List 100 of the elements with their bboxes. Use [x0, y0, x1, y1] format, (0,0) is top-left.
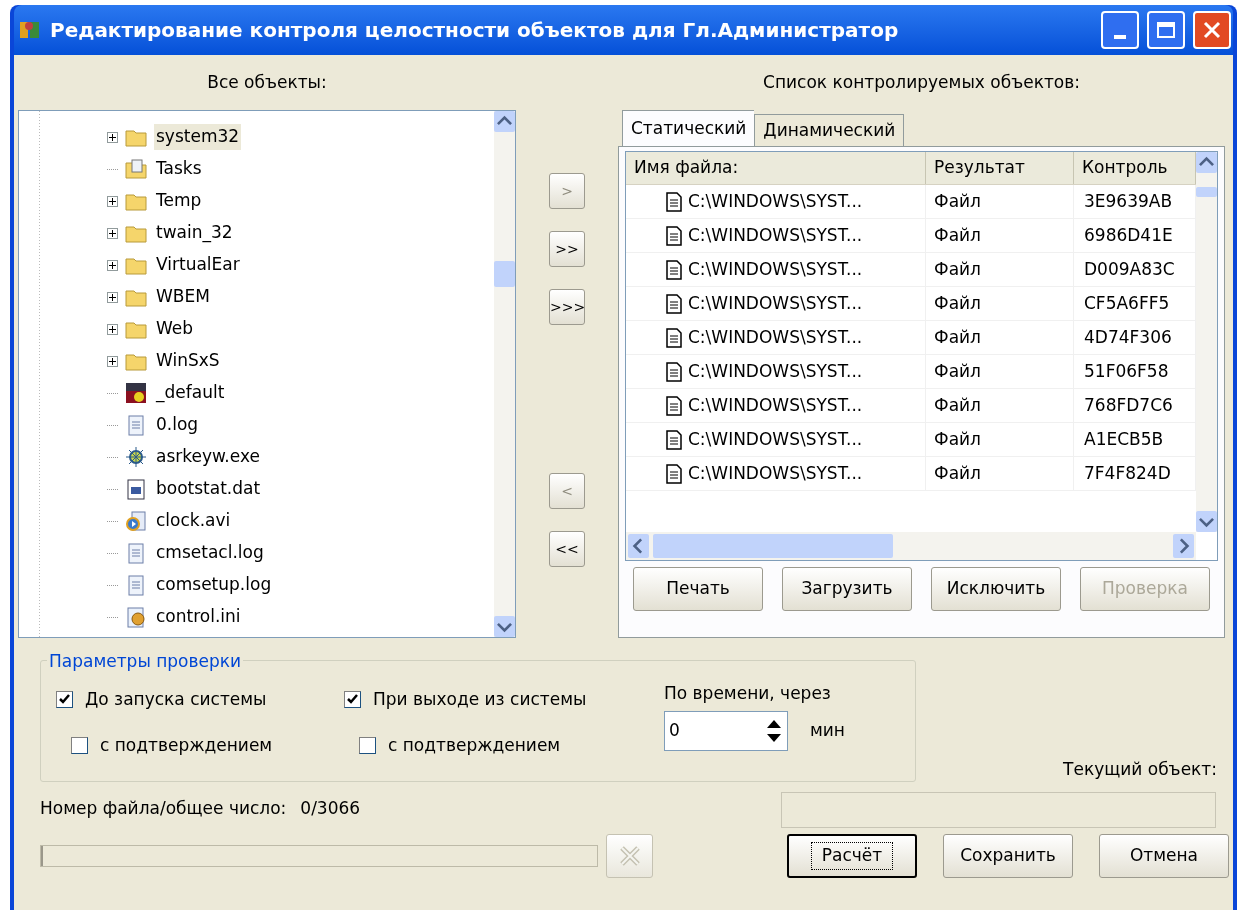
table-cell-text: 3E9639AB	[1084, 189, 1173, 213]
document-icon	[666, 361, 682, 382]
panel-label: Все объекты:	[207, 70, 327, 94]
checkbox[interactable]	[359, 736, 376, 754]
maximize-button[interactable]	[1147, 11, 1185, 49]
close-icon	[1203, 21, 1221, 39]
expand-toggle[interactable]	[107, 355, 118, 367]
table-cell-text: CF5A6FF5	[1084, 291, 1170, 315]
tree-item[interactable]: asrkeyw.exe	[154, 444, 262, 470]
document-icon	[666, 293, 682, 314]
document-icon	[666, 191, 682, 212]
scroll-up-icon[interactable]	[494, 111, 515, 132]
tree-item[interactable]: twain_32	[154, 220, 235, 246]
table-cell-text: C:\WINDOWS\SYST...	[688, 359, 863, 383]
tree-item[interactable]: Web	[154, 316, 196, 342]
expand-toggle[interactable]	[107, 291, 118, 303]
table-cell-text: C:\WINDOWS\SYST...	[688, 257, 863, 281]
scroll-left-icon[interactable]	[628, 534, 649, 558]
table-cell-text: 51F06F58	[1084, 359, 1169, 383]
tree-item[interactable]: Temp	[154, 188, 204, 214]
progress-count: 0/3066	[300, 797, 361, 820]
document-icon	[666, 463, 682, 484]
scroll-down-icon[interactable]	[1196, 511, 1217, 532]
dialog-button[interactable]: Расчёт	[787, 834, 917, 878]
plus-icon	[109, 325, 116, 333]
document-icon	[666, 225, 682, 246]
horizontal-scrollbar[interactable]	[626, 532, 1196, 560]
checkbox[interactable]	[56, 691, 73, 709]
column-header[interactable]: Имя файла:	[626, 152, 926, 184]
window-title: Редактирование контроля целостности объектов для Гл.Администратор	[50, 17, 900, 44]
table-cell-text: Файл	[934, 223, 981, 247]
action-button[interactable]: Исключить	[931, 567, 1061, 611]
table-cell-text: Файл	[934, 393, 981, 417]
tab[interactable]: Динамический	[754, 114, 905, 146]
program-icon	[124, 445, 148, 469]
tree-item[interactable]: cmsetacl.log	[154, 540, 266, 566]
table-cell-text: 768FD7C6	[1084, 393, 1173, 417]
tree-item[interactable]: clock.avi	[154, 508, 233, 534]
table-cell-text: D009A83C	[1084, 257, 1175, 281]
action-button[interactable]: Печать	[633, 567, 763, 611]
table-cell-text: Файл	[934, 427, 981, 451]
transfer-button[interactable]: >>>	[549, 289, 585, 325]
scrollbar[interactable]	[494, 111, 515, 637]
cross-icon	[617, 844, 642, 868]
data-file-icon	[124, 477, 148, 501]
panel-label: Список контролируемых объектов:	[762, 70, 1081, 94]
tree-item[interactable]: bootstat.dat	[154, 476, 263, 502]
minutes-spin-field[interactable]: 0	[664, 710, 788, 751]
folder-task-icon	[124, 157, 148, 181]
scroll-thumb[interactable]	[1196, 187, 1217, 197]
current-object-label: Текущий объект:	[1063, 757, 1217, 781]
table-cell-text: Файл	[934, 257, 981, 281]
action-button[interactable]: Загрузить	[782, 567, 912, 611]
tree-item[interactable]: Tasks	[154, 156, 204, 182]
close-button[interactable]	[1193, 11, 1231, 49]
tree-item[interactable]: WinSxS	[154, 348, 222, 374]
plus-icon	[109, 261, 116, 269]
expand-toggle[interactable]	[107, 195, 118, 207]
tree-item[interactable]: WBEM	[154, 284, 212, 310]
table-cell-text: C:\WINDOWS\SYST...	[688, 291, 863, 315]
column-header[interactable]: Результат	[926, 152, 1074, 184]
scrollbar[interactable]	[1196, 152, 1217, 532]
transfer-button[interactable]: >>	[549, 231, 585, 267]
document-icon	[666, 259, 682, 280]
table-cell-text: 4D74F306	[1084, 325, 1172, 349]
expand-toggle[interactable]	[107, 259, 118, 271]
scroll-right-icon[interactable]	[1173, 534, 1194, 558]
tree-item[interactable]: comsetup.log	[154, 572, 274, 598]
checkbox-label: с подтверждением	[388, 733, 561, 757]
tree-item[interactable]: _default	[154, 380, 227, 406]
scroll-thumb[interactable]	[653, 534, 893, 558]
plus-icon	[109, 357, 116, 365]
table-cell-text: C:\WINDOWS\SYST...	[688, 393, 863, 417]
tree-item[interactable]: system32	[154, 124, 242, 150]
dialog-button[interactable]: Сохранить	[943, 834, 1073, 878]
scroll-up-icon[interactable]	[1196, 152, 1217, 173]
expand-toggle[interactable]	[107, 227, 118, 239]
checkbox[interactable]	[71, 736, 88, 754]
checkbox-label: с подтверждением	[100, 733, 273, 757]
expand-toggle[interactable]	[107, 131, 118, 143]
scroll-thumb[interactable]	[494, 261, 515, 287]
progress-label: Номер файла/общее число:	[40, 797, 287, 820]
timer-label: По времени, через	[664, 682, 832, 705]
transfer-button[interactable]: <<	[549, 531, 585, 567]
media-file-icon	[124, 381, 148, 405]
tree-item[interactable]: VirtualEar	[154, 252, 242, 278]
settings-file-icon	[124, 605, 148, 629]
tree-item[interactable]: 0.log	[154, 412, 201, 438]
expand-toggle[interactable]	[107, 323, 118, 335]
table-cell-text: Файл	[934, 461, 981, 485]
table-cell-text: C:\WINDOWS\SYST...	[688, 427, 863, 451]
document-icon	[666, 395, 682, 416]
tree-item[interactable]: control.ini	[154, 604, 243, 630]
minimize-button[interactable]	[1101, 11, 1139, 49]
tab[interactable]: Статический	[622, 110, 755, 146]
table-cell-text: Файл	[934, 291, 981, 315]
table-cell-text: 6986D41E	[1084, 223, 1173, 247]
dialog-button[interactable]: Отмена	[1099, 834, 1229, 878]
checkbox[interactable]	[344, 691, 361, 709]
scroll-down-icon[interactable]	[494, 616, 515, 637]
